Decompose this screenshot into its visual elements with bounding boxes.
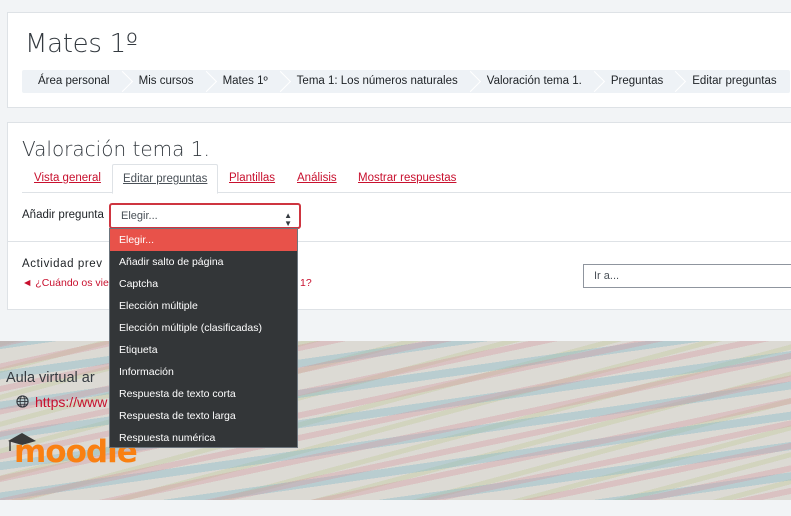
select-value: Elegir... xyxy=(121,210,158,222)
option-eleccion-multiple-clasificadas[interactable]: Elección múltiple (clasificadas) xyxy=(110,317,297,339)
tab-vista-general[interactable]: Vista general xyxy=(34,164,101,193)
option-respuesta-larga[interactable]: Respuesta de texto larga xyxy=(110,405,297,427)
tab-bar: Vista general Editar preguntas Plantilla… xyxy=(22,164,791,194)
option-salto-pagina[interactable]: Añadir salto de página xyxy=(110,251,297,273)
breadcrumb-item-mis-cursos[interactable]: Mis cursos xyxy=(123,70,207,93)
chevron-updown-icon: ▲ ▼ xyxy=(284,211,292,228)
breadcrumb-item-activity[interactable]: Valoración tema 1. xyxy=(471,70,595,93)
previous-activity-link-end[interactable]: 1? xyxy=(300,277,312,289)
activity-title: Valoración tema 1. xyxy=(22,137,210,161)
question-type-dropdown[interactable]: Elegir... Añadir salto de página Captcha… xyxy=(109,228,298,448)
tab-mostrar-respuestas[interactable]: Mostrar respuestas xyxy=(358,164,456,193)
option-eleccion-multiple[interactable]: Elección múltiple xyxy=(110,295,297,317)
option-captcha[interactable]: Captcha xyxy=(110,273,297,295)
breadcrumb: Área personal Mis cursos Mates 1º Tema 1… xyxy=(22,70,790,93)
course-header: Mates 1º Área personal Mis cursos Mates … xyxy=(7,12,791,108)
jump-to-select[interactable]: Ir a... xyxy=(583,264,791,288)
option-elegir[interactable]: Elegir... xyxy=(110,229,297,251)
add-question-select[interactable]: Elegir... ▲ ▼ xyxy=(109,203,301,229)
breadcrumb-item-section[interactable]: Tema 1: Los números naturales xyxy=(281,70,471,93)
breadcrumb-item-area-personal[interactable]: Área personal xyxy=(22,70,123,93)
option-respuesta-numerica[interactable]: Respuesta numérica xyxy=(110,427,297,449)
option-respuesta-corta[interactable]: Respuesta de texto corta xyxy=(110,383,297,405)
footer-site-name: Aula virtual ar xyxy=(6,370,95,386)
globe-icon xyxy=(16,395,29,408)
option-etiqueta[interactable]: Etiqueta xyxy=(110,339,297,361)
option-informacion[interactable]: Información xyxy=(110,361,297,383)
previous-activity-label: Actividad prev xyxy=(22,258,103,270)
previous-activity-link[interactable]: ◄ ¿Cuándo os vie xyxy=(22,277,109,289)
bottom-strip xyxy=(0,500,791,516)
page-title: Mates 1º xyxy=(25,29,138,59)
add-question-label: Añadir pregunta xyxy=(22,209,104,221)
breadcrumb-item-editar-preguntas[interactable]: Editar preguntas xyxy=(676,70,789,93)
tab-analisis[interactable]: Análisis xyxy=(297,164,337,193)
breadcrumb-item-course[interactable]: Mates 1º xyxy=(207,70,281,93)
tab-editar-preguntas[interactable]: Editar preguntas xyxy=(112,164,219,194)
tab-plantillas[interactable]: Plantillas xyxy=(229,164,275,193)
breadcrumb-item-preguntas[interactable]: Preguntas xyxy=(595,70,676,93)
footer-link[interactable]: https://www xyxy=(35,394,107,410)
